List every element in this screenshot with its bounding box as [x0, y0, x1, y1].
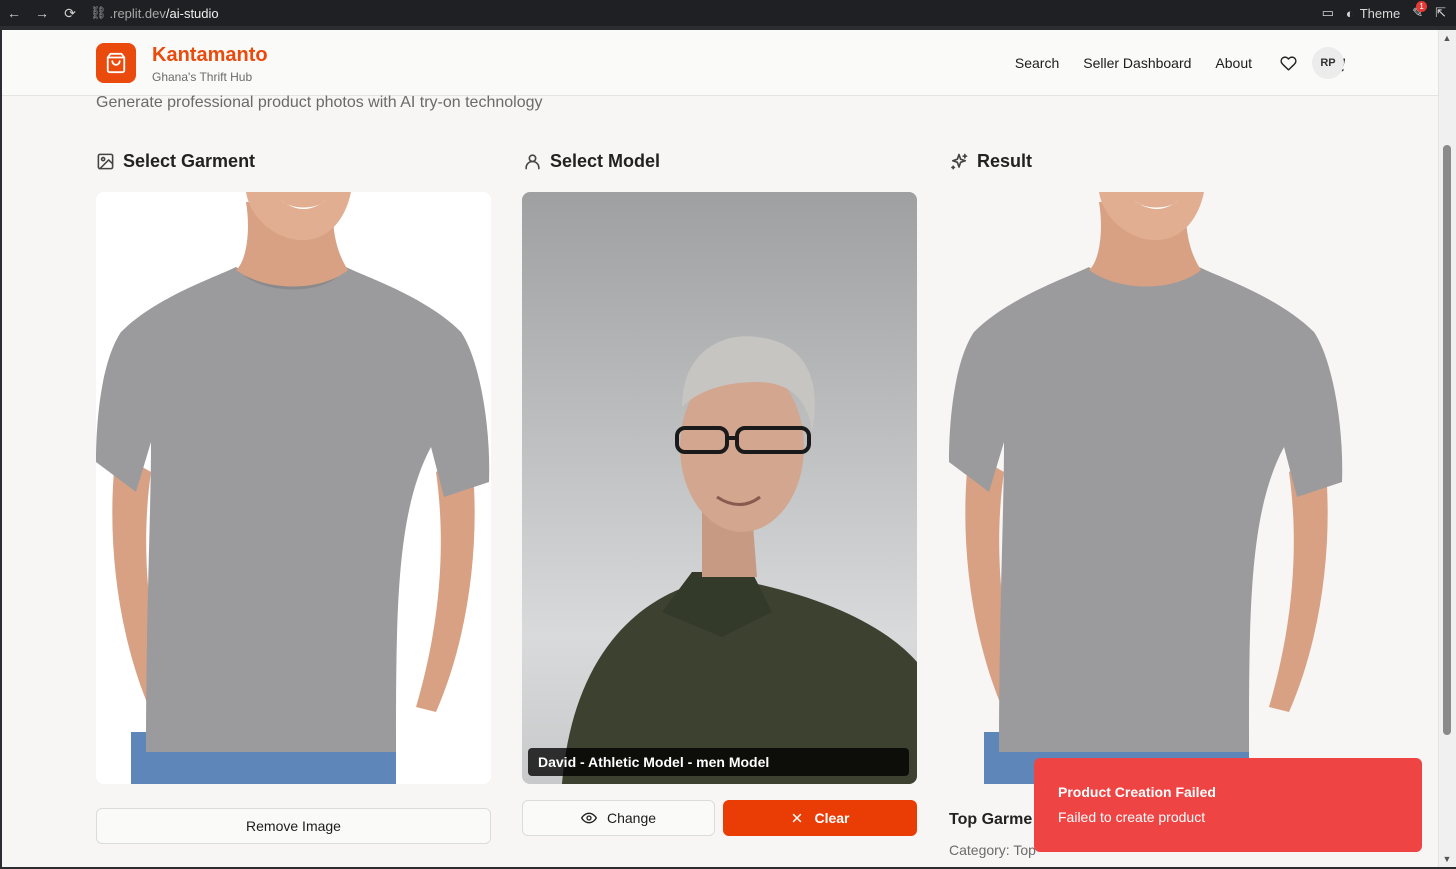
site-header: Kantamanto Ghana's Thrift Hub Search Sel…: [2, 30, 1438, 96]
result-heading: Result: [949, 151, 1032, 172]
url-domain: .replit.dev: [109, 5, 166, 21]
scroll-down-icon[interactable]: ▼: [1442, 854, 1452, 864]
page-scrollbar[interactable]: ▲ ▼: [1438, 30, 1456, 867]
close-icon: [793, 813, 802, 823]
address-bar[interactable]: ⛓ .replit.dev/ai-studio: [90, 5, 219, 21]
brand[interactable]: Kantamanto Ghana's Thrift Hub: [152, 44, 268, 84]
result-category: Category: Top: [949, 842, 1036, 858]
page-subtitle: Generate professional product photos wit…: [96, 94, 543, 111]
change-model-button[interactable]: Change: [522, 800, 715, 836]
image-icon: [97, 153, 114, 170]
clear-label: Clear: [814, 810, 850, 826]
toast-message: Failed to create product: [1058, 809, 1206, 825]
brand-tagline: Ghana's Thrift Hub: [152, 70, 253, 84]
url-path: /ai-studio: [165, 5, 219, 21]
model-caption: David - Athletic Model - men Model: [528, 748, 909, 776]
nav-seller-dashboard[interactable]: Seller Dashboard: [1083, 55, 1191, 71]
nav-search[interactable]: Search: [1015, 55, 1059, 71]
garment-heading: Select Garment: [96, 151, 255, 172]
heart-icon[interactable]: [1276, 51, 1300, 75]
user-icon: [525, 154, 540, 170]
reload-icon[interactable]: ⟳: [56, 5, 84, 22]
page-viewport: Kantamanto Ghana's Thrift Hub Search Sel…: [2, 30, 1438, 867]
model-heading: Select Model: [523, 151, 660, 172]
shopping-bag-logo-icon[interactable]: [96, 43, 136, 83]
brand-name: Kantamanto: [152, 44, 268, 66]
devices-icon[interactable]: ▭: [1322, 5, 1334, 21]
scroll-up-icon[interactable]: ▲: [1442, 33, 1452, 43]
eye-icon: [580, 812, 597, 824]
notification-badge: 1: [1416, 1, 1428, 12]
error-toast[interactable]: Product Creation Failed Failed to create…: [1034, 758, 1422, 852]
result-product-title: Top Garme: [949, 811, 1033, 828]
nav-about[interactable]: About: [1215, 55, 1252, 71]
result-title: Result: [977, 151, 1033, 171]
clear-model-button[interactable]: Clear: [723, 800, 917, 836]
sparkles-icon: [951, 153, 968, 169]
theme-label: Theme: [1359, 5, 1401, 21]
garment-title: Select Garment: [123, 151, 256, 171]
back-icon[interactable]: ←: [0, 5, 28, 21]
open-external-icon[interactable]: ⇱: [1435, 5, 1446, 21]
theme-button[interactable]: ◐ Theme: [1346, 6, 1400, 21]
avatar[interactable]: RP: [1312, 47, 1344, 79]
main-nav: Search Seller Dashboard About: [1015, 30, 1348, 96]
garment-image: [96, 192, 491, 784]
scrollbar-thumb[interactable]: [1443, 145, 1451, 735]
toast-title: Product Creation Failed: [1058, 784, 1216, 800]
result-image: [949, 192, 1344, 784]
browser-toolbar: ← → ⟳ ⛓ .replit.dev/ai-studio ▭ ◐ Theme …: [0, 0, 1456, 26]
change-label: Change: [606, 810, 657, 826]
forward-icon[interactable]: →: [28, 5, 56, 21]
link-icon: ⛓: [90, 5, 107, 20]
palette-icon: ◐: [1345, 5, 1354, 21]
tools-icon[interactable]: ✎ 1: [1412, 1, 1428, 21]
remove-image-button[interactable]: Remove Image: [96, 808, 491, 844]
model-title: Select Model: [550, 151, 661, 171]
model-image: David - Athletic Model - men Model: [522, 192, 917, 784]
